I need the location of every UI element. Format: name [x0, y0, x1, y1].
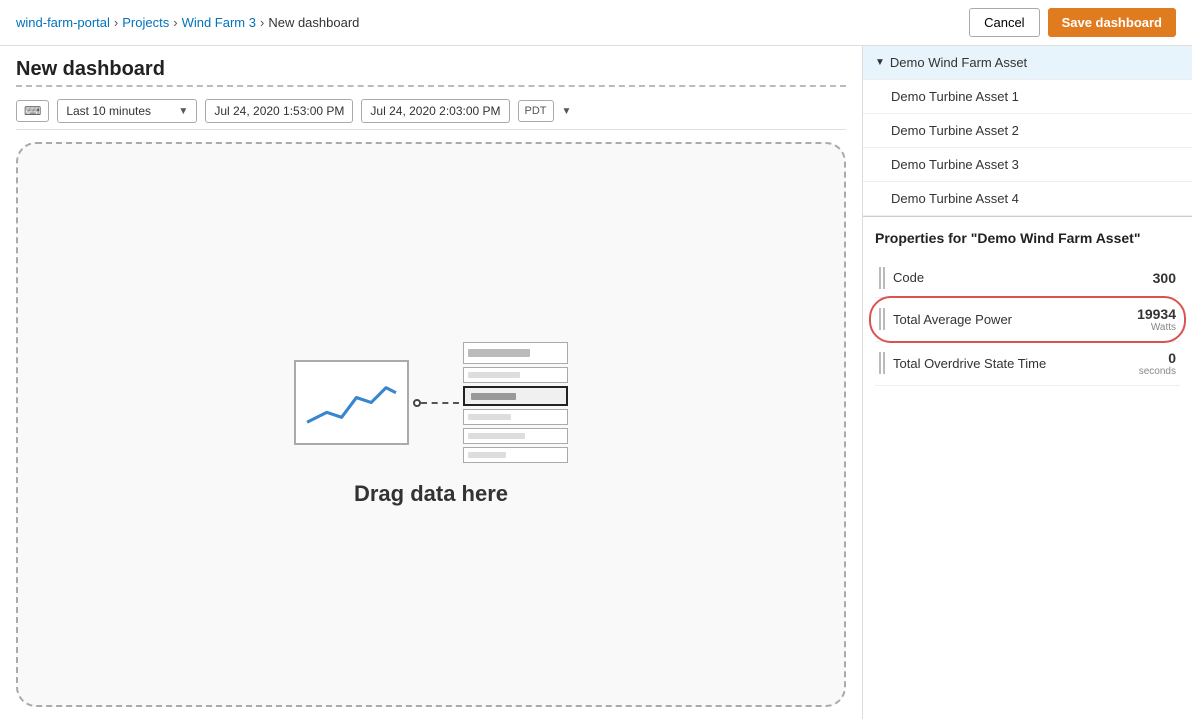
breadcrumb-sep1: ›	[114, 15, 118, 30]
properties-title: Properties for "Demo Wind Farm Asset"	[875, 229, 1180, 249]
breadcrumb-sep3: ›	[260, 15, 264, 30]
timezone-badge: PDT	[518, 100, 554, 122]
save-dashboard-button[interactable]: Save dashboard	[1048, 8, 1176, 37]
property-name-power: Total Average Power	[893, 312, 1137, 327]
property-row-overdrive: Total Overdrive State Time 0 seconds	[875, 342, 1180, 386]
chart-widget	[294, 360, 409, 445]
timezone-arrow: ▼	[562, 106, 572, 117]
asset-label-4: Demo Turbine Asset 4	[891, 191, 1019, 206]
property-num-power: 19934	[1137, 306, 1176, 322]
asset-tree: ▼ Demo Wind Farm Asset Demo Turbine Asse…	[863, 46, 1192, 217]
property-num-code: 300	[1153, 270, 1176, 286]
property-row-code: Code 300	[875, 259, 1180, 298]
asset-label-2: Demo Turbine Asset 2	[891, 123, 1019, 138]
breadcrumb-current: New dashboard	[268, 15, 359, 30]
asset-item-turbine-1[interactable]: Demo Turbine Asset 1	[863, 80, 1192, 114]
asset-item-turbine-4[interactable]: Demo Turbine Asset 4	[863, 182, 1192, 216]
drop-zone[interactable]: Drag data here	[16, 142, 846, 707]
time-end: Jul 24, 2020 2:03:00 PM	[361, 99, 509, 123]
expand-triangle: ▼	[875, 57, 885, 68]
server-widget	[463, 342, 568, 463]
property-unit-power: Watts	[1137, 322, 1176, 333]
property-unit-overdrive: seconds	[1139, 366, 1176, 377]
property-value-overdrive: 0 seconds	[1139, 350, 1176, 377]
property-value-code: 300	[1153, 270, 1176, 286]
dropdown-arrow: ▼	[178, 106, 188, 117]
asset-label-3: Demo Turbine Asset 3	[891, 157, 1019, 172]
drop-area-label: Drag data here	[354, 481, 508, 507]
asset-label-0: Demo Wind Farm Asset	[890, 55, 1027, 70]
drag-handle-code	[879, 267, 885, 289]
drag-handle-overdrive	[879, 352, 885, 374]
breadcrumb-sep2: ›	[173, 15, 177, 30]
cancel-button[interactable]: Cancel	[969, 8, 1039, 37]
breadcrumb-projects[interactable]: Projects	[122, 15, 169, 30]
time-range-label: Last 10 minutes	[66, 104, 151, 118]
asset-item-turbine-2[interactable]: Demo Turbine Asset 2	[863, 114, 1192, 148]
drag-handle-power	[879, 308, 885, 330]
property-value-power: 19934 Watts	[1137, 306, 1176, 333]
properties-panel: Properties for "Demo Wind Farm Asset" Co…	[863, 217, 1192, 398]
connector-line	[421, 402, 459, 404]
page-title: New dashboard	[16, 58, 846, 87]
connector-dot	[413, 399, 421, 407]
breadcrumb: wind-farm-portal › Projects › Wind Farm …	[16, 15, 359, 30]
keyboard-icon: ⌨	[16, 100, 49, 122]
property-num-overdrive: 0	[1139, 350, 1176, 366]
property-name-overdrive: Total Overdrive State Time	[893, 356, 1139, 371]
connector	[413, 399, 459, 407]
asset-item-turbine-3[interactable]: Demo Turbine Asset 3	[863, 148, 1192, 182]
right-panel: ▼ Demo Wind Farm Asset Demo Turbine Asse…	[862, 46, 1192, 719]
breadcrumb-windportal[interactable]: wind-farm-portal	[16, 15, 110, 30]
time-range-select[interactable]: Last 10 minutes ▼	[57, 99, 197, 123]
drop-illustration	[294, 342, 568, 463]
breadcrumb-windfarm3[interactable]: Wind Farm 3	[182, 15, 256, 30]
asset-label-1: Demo Turbine Asset 1	[891, 89, 1019, 104]
time-start: Jul 24, 2020 1:53:00 PM	[205, 99, 353, 123]
property-name-code: Code	[893, 270, 1153, 285]
asset-item-demo-wind-farm[interactable]: ▼ Demo Wind Farm Asset	[863, 46, 1192, 80]
property-row-total-avg-power: Total Average Power 19934 Watts	[875, 298, 1180, 342]
